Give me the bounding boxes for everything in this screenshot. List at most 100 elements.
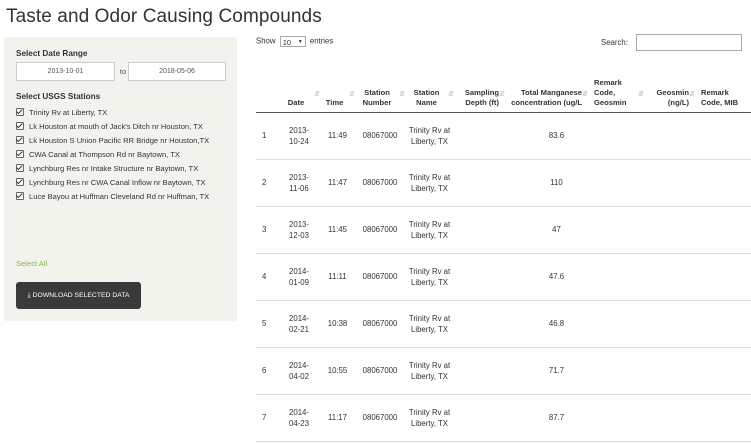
station-name-cell: Trinity Rv at Liberty, TX <box>405 347 454 395</box>
geosmin-cell <box>644 206 695 254</box>
page-length-control: Show 10 ▼ entries <box>256 36 333 47</box>
remark-mib-cell <box>695 347 751 395</box>
column-header-station-number[interactable]: Station Number ⇵ <box>355 55 405 113</box>
chevron-down-icon: ▼ <box>297 39 303 45</box>
station-name-cell: Trinity Rv at Liberty, TX <box>405 253 454 301</box>
column-header-date[interactable]: Date ⇵ <box>278 55 320 113</box>
download-button-label: DOWNLOAD SELECTED DATA <box>32 292 130 299</box>
checkbox[interactable] <box>16 108 24 116</box>
select-all-link[interactable]: Select All <box>16 259 47 268</box>
column-header-index[interactable] <box>256 55 278 113</box>
manganese-cell: 47 <box>505 206 588 254</box>
page-length-select[interactable]: 10 ▼ <box>279 36 306 47</box>
geosmin-cell <box>644 394 695 442</box>
column-header-station-name[interactable]: Station Name ⇵ <box>405 55 454 113</box>
row-index: 3 <box>256 206 278 254</box>
depth-cell <box>454 394 505 442</box>
remark-mib-cell <box>695 394 751 442</box>
station-option[interactable]: Trinity Rv at Liberty, TX <box>16 107 234 118</box>
manganese-cell: 46.8 <box>505 300 588 348</box>
station-option-label: Lk Houston S Union Pacific RR Bridge nr … <box>29 136 210 145</box>
checkbox[interactable] <box>16 192 24 200</box>
search-label: Search: <box>601 38 628 47</box>
station-number-cell: 08067000 <box>355 347 405 395</box>
station-number-cell: 08067000 <box>355 253 405 301</box>
column-header-sampling-depth[interactable]: Sampling Depth (ft) ⇵ <box>454 55 505 113</box>
remark-geosmin-cell <box>588 253 644 301</box>
table-row[interactable]: 2 2013- 11-06 11:47 08067000 Trinity Rv at Li… <box>256 159 751 207</box>
time-cell: 10:38 <box>320 300 355 348</box>
checkbox[interactable] <box>16 164 24 172</box>
station-number-cell: 08067000 <box>355 112 405 160</box>
depth-cell <box>454 253 505 301</box>
manganese-cell: 87.7 <box>505 394 588 442</box>
depth-cell <box>454 112 505 160</box>
geosmin-cell <box>644 112 695 160</box>
table-row[interactable]: 3 2013- 12-03 11:45 08067000 Trinity Rv at Li… <box>256 206 751 254</box>
table-row[interactable]: 5 2014- 02-21 10:38 08067000 Trinity Rv at Li… <box>256 300 751 348</box>
checkbox[interactable] <box>16 136 24 144</box>
page-title: Taste and Odor Causing Compounds <box>6 6 322 27</box>
checkbox[interactable] <box>16 178 24 186</box>
station-option[interactable]: Lynchburg Res nr CWA Canal Inflow nr Bay… <box>16 177 234 188</box>
time-cell: 11:47 <box>320 159 355 207</box>
column-header-time[interactable]: Time ⇵ <box>320 55 355 113</box>
depth-cell <box>454 159 505 207</box>
table-row[interactable]: 7 2014- 04-23 11:17 08067000 Trinity Rv at Li… <box>256 394 751 442</box>
time-cell: 10:55 <box>320 347 355 395</box>
row-index: 4 <box>256 253 278 301</box>
station-number-cell: 08067000 <box>355 300 405 348</box>
geosmin-cell <box>644 347 695 395</box>
station-number-cell: 08067000 <box>355 206 405 254</box>
search-input[interactable] <box>636 34 742 51</box>
column-header-manganese[interactable]: Total Manganese concentration (ug/L ⇵ <box>505 55 588 113</box>
data-table: Date ⇵ Time ⇵ Station Number ⇵ Station Name… <box>256 55 751 442</box>
end-date-input[interactable]: 2018-05-06 <box>128 62 226 81</box>
row-index: 1 <box>256 112 278 160</box>
station-option[interactable]: Lk Houston at mouth of Jack's Ditch nr H… <box>16 121 234 132</box>
station-name-cell: Trinity Rv at Liberty, TX <box>405 159 454 207</box>
remark-geosmin-cell <box>588 347 644 395</box>
date-cell: 2013- 11-06 <box>278 159 320 207</box>
column-header-geosmin[interactable]: Geosmin (ng/L) ⇵ <box>644 55 695 113</box>
checkbox[interactable] <box>16 150 24 158</box>
remark-mib-cell <box>695 159 751 207</box>
date-cell: 2014- 04-02 <box>278 347 320 395</box>
station-number-cell: 08067000 <box>355 159 405 207</box>
table-row[interactable]: 1 2013- 10-24 11:49 08067000 Trinity Rv at Li… <box>256 112 751 160</box>
station-option-label: CWA Canal at Thompson Rd nr Baytown, TX <box>29 150 180 159</box>
remark-geosmin-cell <box>588 394 644 442</box>
row-index: 2 <box>256 159 278 207</box>
depth-cell <box>454 347 505 395</box>
download-button[interactable]: ⤓ DOWNLOAD SELECTED DATA <box>16 282 141 309</box>
remark-mib-cell <box>695 206 751 254</box>
station-option[interactable]: Lynchburg Res nr Intake Structure nr Bay… <box>16 163 234 174</box>
start-date-input[interactable]: 2013-10-01 <box>16 62 115 81</box>
remark-mib-cell <box>695 253 751 301</box>
column-header-remark-geosmin[interactable]: Remark Code, Geosmin ⇵ <box>588 55 644 113</box>
geosmin-cell <box>644 159 695 207</box>
remark-mib-cell <box>695 300 751 348</box>
station-option[interactable]: CWA Canal at Thompson Rd nr Baytown, TX <box>16 149 234 160</box>
data-table-wrapper: Date ⇵ Time ⇵ Station Number ⇵ Station Name… <box>256 55 751 442</box>
station-number-cell: 08067000 <box>355 394 405 442</box>
date-cell: 2014- 04-23 <box>278 394 320 442</box>
show-label: Show <box>256 36 276 46</box>
row-index: 7 <box>256 394 278 442</box>
row-index: 5 <box>256 300 278 348</box>
time-cell: 11:45 <box>320 206 355 254</box>
station-option-label: Lynchburg Res nr Intake Structure nr Bay… <box>29 164 199 173</box>
station-name-cell: Trinity Rv at Liberty, TX <box>405 300 454 348</box>
station-option-label: Luce Bayou at Huffman Cleveland Rd nr Hu… <box>29 192 210 201</box>
station-option[interactable]: Luce Bayou at Huffman Cleveland Rd nr Hu… <box>16 191 234 202</box>
table-row[interactable]: 6 2014- 04-02 10:55 08067000 Trinity Rv at Li… <box>256 347 751 395</box>
station-option-label: Lynchburg Res nr CWA Canal Inflow nr Bay… <box>29 178 206 187</box>
date-cell: 2013- 10-24 <box>278 112 320 160</box>
station-checkbox-list: Trinity Rv at Liberty, TX Lk Houston at … <box>16 107 234 205</box>
station-option[interactable]: Lk Houston S Union Pacific RR Bridge nr … <box>16 135 234 146</box>
table-row[interactable]: 4 2014- 01-09 11:11 08067000 Trinity Rv at Li… <box>256 253 751 301</box>
time-cell: 11:11 <box>320 253 355 301</box>
station-name-cell: Trinity Rv at Liberty, TX <box>405 112 454 160</box>
checkbox[interactable] <box>16 122 24 130</box>
column-header-remark-mib[interactable]: Remark Code, MIB <box>695 55 751 113</box>
